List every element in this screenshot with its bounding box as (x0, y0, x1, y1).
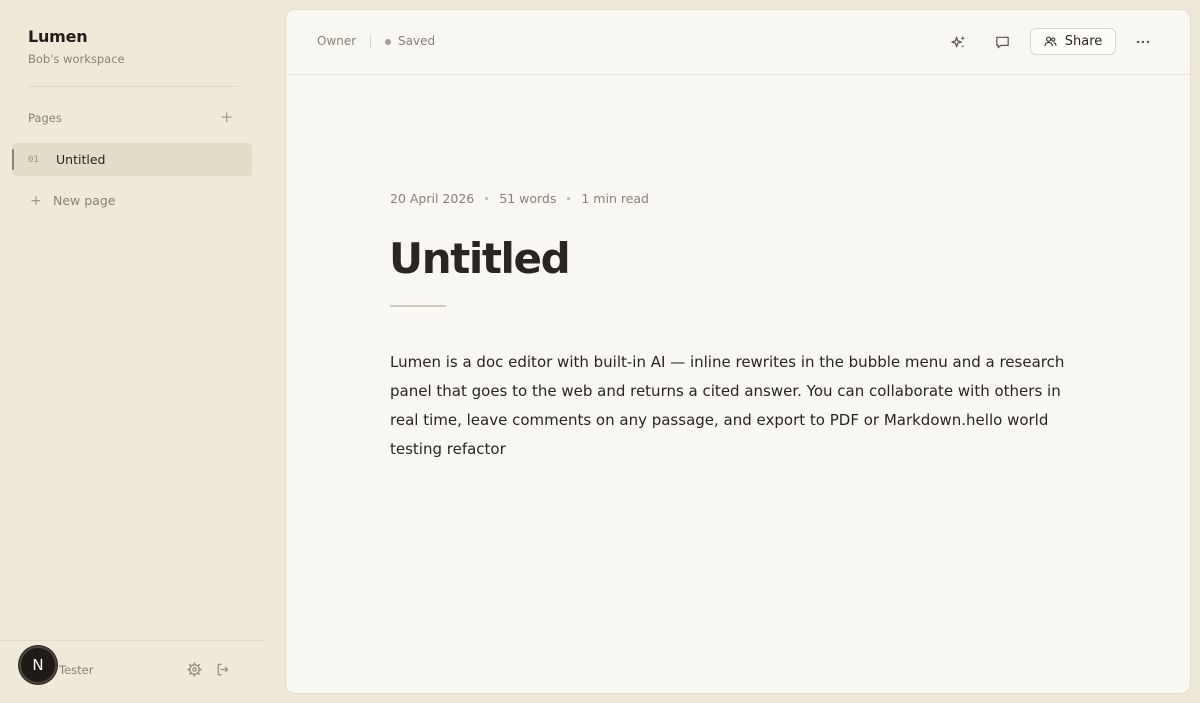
settings-icon[interactable] (187, 662, 202, 677)
share-label: Share (1064, 34, 1103, 49)
sidebar: Lumen Bob's workspace Pages + 01 Untitle… (0, 0, 265, 703)
topbar-separator (370, 35, 371, 48)
sidebar-footer-divider (0, 640, 265, 641)
saved-status-dot (385, 39, 391, 45)
pages-label: Pages (28, 110, 62, 125)
saved-status: Saved (398, 34, 436, 48)
brand: Lumen Bob's workspace (28, 27, 125, 66)
new-page-label: New page (53, 193, 116, 208)
app: Lumen Bob's workspace Pages + 01 Untitle… (0, 0, 1200, 703)
plus-icon: + (30, 192, 42, 209)
logout-icon[interactable] (215, 662, 230, 677)
role-label: Owner (317, 34, 357, 48)
meta-separator (567, 197, 571, 200)
brand-name: Lumen (28, 27, 88, 46)
share-button[interactable]: Share (1030, 28, 1116, 55)
doc-word-count: 51 words (499, 191, 557, 206)
workspace-name: Bob's workspace (28, 52, 125, 66)
doc-body[interactable]: Lumen is a doc editor with built-in AI —… (390, 348, 1080, 464)
doc-date: 20 April 2026 (390, 191, 475, 206)
users-icon (1044, 36, 1057, 47)
sparkle-icon[interactable] (950, 34, 967, 51)
new-page-button[interactable]: + New page (30, 193, 115, 208)
sidebar-divider (28, 86, 238, 87)
meta-separator (485, 197, 489, 200)
doc-title[interactable]: Untitled (389, 234, 571, 283)
doc-meta: 20 April 2026 51 words 1 min read (390, 191, 649, 206)
pages-header: Pages + (28, 110, 233, 125)
doc-read-time: 1 min read (581, 191, 649, 206)
user-name: Tester (59, 663, 94, 677)
avatar[interactable]: N (19, 646, 57, 684)
comment-icon[interactable] (994, 34, 1011, 51)
page-number: 01 (28, 154, 39, 165)
more-icon[interactable] (1136, 39, 1150, 45)
add-icon[interactable]: + (220, 110, 233, 125)
page-item-title: Untitled (56, 152, 106, 167)
main-panel: Owner Saved Share 20 April 2026 51 words… (285, 9, 1191, 694)
sidebar-item-untitled[interactable]: 01 Untitled (12, 143, 252, 176)
title-rule (390, 305, 446, 307)
topbar: Owner Saved Share (286, 10, 1190, 75)
